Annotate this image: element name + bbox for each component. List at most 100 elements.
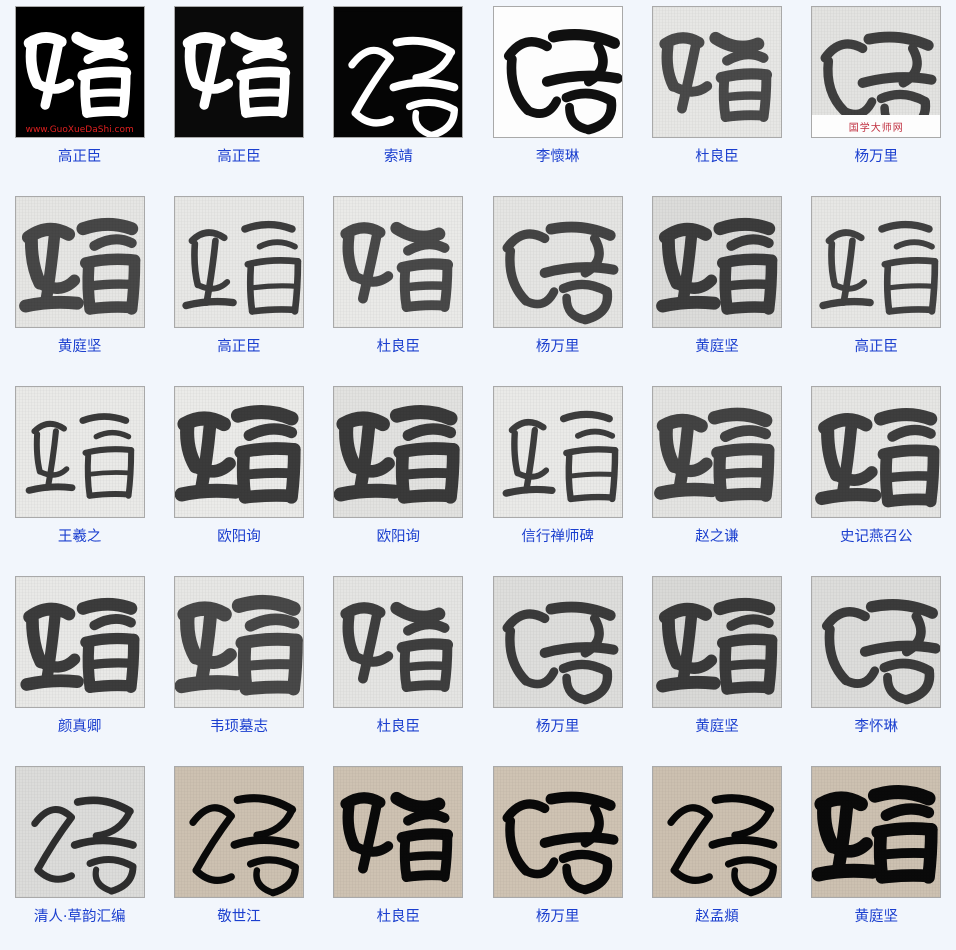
calligrapher-label[interactable]: 清人·草韵汇编	[34, 908, 126, 926]
calligrapher-label[interactable]: 黄庭坚	[855, 908, 899, 926]
calligraphy-thumbnail[interactable]	[651, 196, 782, 328]
calligrapher-label[interactable]: 王羲之	[58, 528, 102, 546]
site-watermark-band: 国学大师网	[812, 115, 941, 137]
calligraphy-thumbnail[interactable]	[811, 576, 942, 708]
calligraphy-grid: www.GuoXueDaShi.com 高正臣 高正臣 索靖 李懷琳 杜良臣 国学大师网 杨万…	[0, 0, 956, 950]
calligraphy-thumbnail[interactable]	[651, 766, 782, 898]
calligrapher-label[interactable]: 杨万里	[855, 148, 899, 166]
calligraphy-thumbnail[interactable]	[173, 6, 304, 138]
calligrapher-label[interactable]: 黄庭坚	[695, 718, 739, 736]
calligrapher-label[interactable]: 杜良臣	[695, 148, 739, 166]
calligraphy-thumbnail[interactable]: 国学大师网	[811, 6, 942, 138]
calligrapher-label[interactable]: 杜良臣	[377, 338, 421, 356]
calligrapher-label[interactable]: 史记燕召公	[840, 528, 913, 546]
calligraphy-thumbnail[interactable]	[173, 766, 304, 898]
calligrapher-label[interactable]: 杨万里	[536, 718, 580, 736]
calligrapher-label[interactable]: 高正臣	[217, 338, 261, 356]
calligrapher-label[interactable]: 高正臣	[855, 338, 899, 356]
calligraphy-cell: 黄庭坚	[797, 760, 956, 950]
calligrapher-label[interactable]: 杜良臣	[377, 908, 421, 926]
character-glyph	[812, 771, 941, 893]
calligraphy-thumbnail[interactable]	[333, 196, 464, 328]
calligrapher-label[interactable]: 敬世江	[217, 908, 261, 926]
character-glyph	[174, 201, 303, 323]
calligrapher-label[interactable]: 欧阳询	[377, 528, 421, 546]
calligrapher-label[interactable]: 李懷琳	[536, 148, 580, 166]
character-glyph	[334, 771, 463, 893]
site-watermark-latin: www.GuoXueDaShi.com	[25, 125, 134, 135]
calligraphy-thumbnail[interactable]	[651, 576, 782, 708]
character-glyph	[812, 391, 941, 513]
calligraphy-cell: 王羲之	[0, 380, 159, 570]
character-glyph	[174, 391, 303, 513]
calligrapher-label[interactable]: 高正臣	[217, 148, 261, 166]
character-glyph	[493, 391, 622, 513]
calligrapher-label[interactable]: 黄庭坚	[695, 338, 739, 356]
calligraphy-cell: 黄庭坚	[0, 190, 159, 380]
calligrapher-label[interactable]: 信行禅师碑	[521, 528, 594, 546]
calligraphy-cell: www.GuoXueDaShi.com 高正臣	[0, 0, 159, 190]
calligraphy-cell: 李怀琳	[797, 570, 956, 760]
calligraphy-thumbnail[interactable]	[333, 576, 464, 708]
calligrapher-label[interactable]: 赵之谦	[695, 528, 739, 546]
character-glyph	[652, 771, 781, 897]
calligraphy-thumbnail[interactable]	[14, 386, 145, 518]
character-glyph	[493, 771, 622, 895]
character-glyph	[174, 771, 303, 897]
calligraphy-thumbnail[interactable]: www.GuoXueDaShi.com	[14, 6, 145, 138]
calligraphy-thumbnail[interactable]	[333, 766, 464, 898]
character-glyph	[652, 11, 781, 133]
calligraphy-thumbnail[interactable]	[811, 196, 942, 328]
calligraphy-cell: 敬世江	[159, 760, 318, 950]
calligraphy-cell: 赵孟頫	[637, 760, 796, 950]
calligraphy-cell: 高正臣	[159, 190, 318, 380]
calligrapher-label[interactable]: 高正臣	[58, 148, 102, 166]
calligraphy-thumbnail[interactable]	[14, 576, 145, 708]
calligraphy-thumbnail[interactable]	[14, 196, 145, 328]
calligraphy-thumbnail[interactable]	[492, 576, 623, 708]
calligraphy-cell: 欧阳询	[319, 380, 478, 570]
calligraphy-cell: 黄庭坚	[637, 190, 796, 380]
calligraphy-thumbnail[interactable]	[492, 386, 623, 518]
calligraphy-thumbnail[interactable]	[811, 766, 942, 898]
calligraphy-cell: 高正臣	[797, 190, 956, 380]
character-glyph	[812, 581, 941, 705]
calligraphy-thumbnail[interactable]	[651, 386, 782, 518]
character-glyph	[493, 11, 622, 135]
calligrapher-label[interactable]: 颜真卿	[58, 718, 102, 736]
calligraphy-cell: 杜良臣	[319, 570, 478, 760]
calligraphy-thumbnail[interactable]	[173, 576, 304, 708]
calligraphy-thumbnail[interactable]	[14, 766, 145, 898]
calligrapher-label[interactable]: 杨万里	[536, 908, 580, 926]
calligraphy-thumbnail[interactable]	[333, 386, 464, 518]
calligrapher-label[interactable]: 杨万里	[536, 338, 580, 356]
character-glyph	[174, 11, 303, 133]
character-glyph	[334, 391, 463, 513]
calligraphy-thumbnail[interactable]	[492, 766, 623, 898]
calligrapher-label[interactable]: 赵孟頫	[695, 908, 739, 926]
calligraphy-thumbnail[interactable]	[173, 196, 304, 328]
calligraphy-thumbnail[interactable]	[333, 6, 464, 138]
calligrapher-label[interactable]: 索靖	[384, 148, 413, 166]
character-glyph	[174, 581, 303, 703]
character-glyph	[15, 11, 144, 133]
calligraphy-thumbnail[interactable]	[811, 386, 942, 518]
character-glyph	[493, 201, 622, 325]
calligraphy-cell: 欧阳询	[159, 380, 318, 570]
calligraphy-cell: 颜真卿	[0, 570, 159, 760]
calligraphy-cell: 国学大师网 杨万里	[797, 0, 956, 190]
calligrapher-label[interactable]: 欧阳询	[217, 528, 261, 546]
calligraphy-cell: 韦顼墓志	[159, 570, 318, 760]
calligraphy-cell: 信行禅师碑	[478, 380, 637, 570]
calligrapher-label[interactable]: 黄庭坚	[58, 338, 102, 356]
calligraphy-thumbnail[interactable]	[492, 6, 623, 138]
calligraphy-cell: 高正臣	[159, 0, 318, 190]
calligraphy-thumbnail[interactable]	[173, 386, 304, 518]
calligraphy-cell: 清人·草韵汇编	[0, 760, 159, 950]
calligraphy-thumbnail[interactable]	[492, 196, 623, 328]
calligraphy-thumbnail[interactable]	[651, 6, 782, 138]
calligrapher-label[interactable]: 李怀琳	[855, 718, 899, 736]
character-glyph	[493, 581, 622, 705]
calligrapher-label[interactable]: 韦顼墓志	[210, 718, 268, 736]
calligrapher-label[interactable]: 杜良臣	[377, 718, 421, 736]
